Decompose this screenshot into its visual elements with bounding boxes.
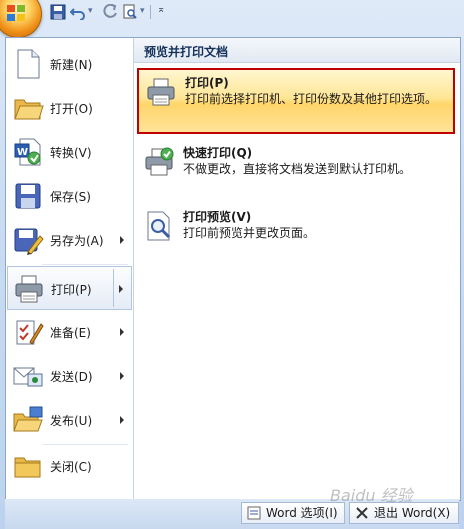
option-title: 快速打印(Q) (183, 146, 253, 160)
printer-icon (147, 78, 175, 106)
menu-item-label: 另存为(A) (50, 234, 104, 248)
button-label: Word 选项(I) (266, 506, 338, 520)
menu-item-label: 打开(O) (50, 102, 93, 116)
option-description: 打印前预览并更改页面。 (183, 226, 316, 240)
printer-icon (15, 275, 43, 303)
office-logo-icon (7, 5, 25, 21)
office-menu: 新建(N) 打开(O) W 转换(V) 保存(S) 另存为(A) 打印(P) 准… (5, 37, 461, 501)
quick-print-option[interactable]: 快速打印(Q) 不做更改，直接将文档发送到默认打印机。 (137, 140, 455, 190)
menu-right-panel: 预览并打印文档 打印(P) 打印前选择打印机、打印份数及其他打印选项。 快速打印… (134, 38, 460, 500)
menu-item-save-as[interactable]: 另存为(A) (7, 218, 132, 262)
submenu-arrow-icon (120, 372, 124, 380)
menu-item-new[interactable]: 新建(N) (7, 42, 132, 86)
menu-item-publish[interactable]: 发布(U) (7, 398, 132, 442)
panel-title-bar: 预览并打印文档 (134, 38, 460, 63)
menu-item-prepare[interactable]: 准备(E) (7, 310, 132, 354)
option-title: 打印预览(V) (183, 210, 252, 224)
print-preview-icon (147, 211, 171, 241)
option-description: 打印前选择打印机、打印份数及其他打印选项。 (185, 92, 438, 106)
menu-item-label: 新建(N) (50, 58, 93, 72)
open-folder-icon (14, 99, 44, 120)
menu-item-label: 准备(E) (50, 326, 91, 340)
panel-title: 预览并打印文档 (144, 45, 229, 59)
undo-dropdown-icon[interactable]: ▾ (88, 6, 93, 16)
svg-text:W: W (17, 147, 28, 158)
preview-dropdown-icon[interactable]: ▾ (140, 6, 145, 16)
close-folder-icon (14, 457, 41, 478)
submenu-arrow-icon (120, 416, 124, 424)
option-title: 打印(P) (185, 76, 229, 90)
quick-access-toolbar: ▾ ▾ ⌅ (0, 0, 464, 38)
quick-print-icon (145, 147, 174, 176)
menu-item-label: 打印(P) (51, 283, 92, 297)
menu-item-send[interactable]: 发送(D) (7, 354, 132, 398)
button-label: 退出 Word(X) (374, 506, 451, 520)
menu-item-label: 发送(D) (50, 370, 93, 384)
menu-item-label: 转换(V) (50, 146, 92, 160)
menu-item-save[interactable]: 保存(S) (7, 174, 132, 218)
save-icon[interactable] (50, 4, 66, 20)
print-preview-option[interactable]: 打印预览(V) 打印前预览并更改页面。 (137, 204, 455, 254)
menu-item-close[interactable]: 关闭(C) (7, 444, 132, 488)
watermark: Baidu 经验 (330, 486, 413, 505)
options-icon (247, 506, 261, 520)
print-preview-icon[interactable] (122, 4, 138, 20)
split-divider (113, 269, 114, 307)
save-icon (15, 183, 41, 209)
close-icon (356, 507, 368, 519)
menu-item-open[interactable]: 打开(O) (7, 86, 132, 130)
submenu-arrow-icon (120, 328, 124, 336)
prepare-icon (16, 320, 44, 345)
qat-separator (150, 5, 151, 19)
convert-icon: W (14, 138, 41, 166)
submenu-arrow-icon[interactable] (119, 285, 123, 293)
menu-item-label: 关闭(C) (50, 460, 92, 474)
submenu-arrow-icon (120, 236, 124, 244)
send-icon (13, 367, 43, 387)
print-option[interactable]: 打印(P) 打印前选择打印机、打印份数及其他打印选项。 (137, 68, 455, 134)
publish-icon (13, 406, 43, 432)
customize-qat-icon[interactable]: ⌅ (157, 4, 165, 15)
save-as-icon (14, 228, 44, 255)
menu-item-print[interactable]: 打印(P) (7, 266, 132, 310)
menu-divider (42, 264, 128, 265)
option-description: 不做更改，直接将文档发送到默认打印机。 (183, 162, 412, 176)
menu-item-convert[interactable]: W 转换(V) (7, 130, 132, 174)
undo-icon[interactable] (70, 4, 86, 20)
menu-item-label: 保存(S) (50, 190, 91, 204)
new-document-icon (17, 49, 40, 79)
redo-icon[interactable] (102, 4, 118, 20)
menu-item-label: 发布(U) (50, 414, 93, 428)
menu-left-column: 新建(N) 打开(O) W 转换(V) 保存(S) 另存为(A) 打印(P) 准… (6, 38, 134, 500)
